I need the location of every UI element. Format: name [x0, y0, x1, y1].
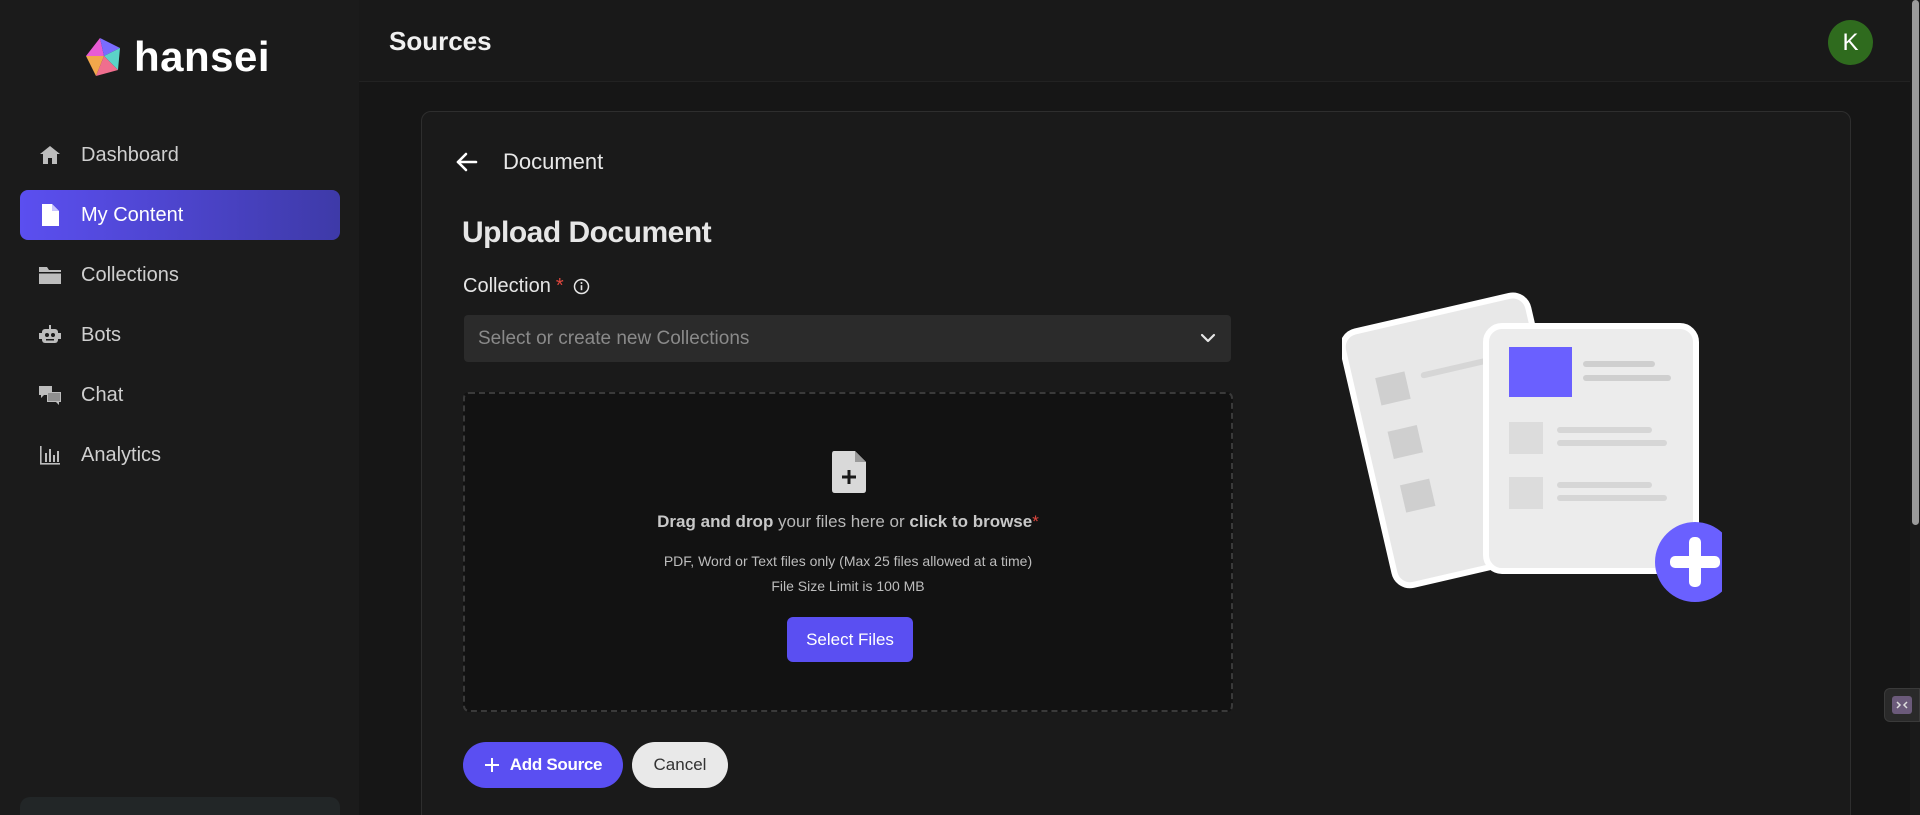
back-button[interactable] [452, 147, 482, 177]
hansei-logo-icon [86, 38, 120, 76]
sidebar-item-my-content[interactable]: My Content [20, 190, 340, 240]
folder-icon [38, 263, 62, 287]
top-header: Sources K [359, 0, 1920, 82]
upload-card: Document Upload Document Collection * Se… [421, 111, 1851, 815]
file-add-icon [831, 450, 867, 499]
bar-chart-icon [38, 443, 62, 467]
back-row: Document [452, 142, 603, 182]
sidebar-footer-card [20, 797, 340, 815]
file-size-note: File Size Limit is 100 MB [771, 578, 925, 594]
dropzone-instructions: Drag and drop your files here or click t… [465, 512, 1231, 532]
home-icon [38, 143, 62, 167]
collection-label-text: Collection [463, 275, 551, 297]
sidebar-nav: Dashboard My Content Collections Bots Ch… [20, 130, 340, 490]
file-types-note: PDF, Word or Text files only (Max 25 fil… [663, 553, 1033, 569]
file-dropzone[interactable]: Drag and drop your files here or click t… [463, 392, 1233, 712]
sidebar-item-label: Bots [81, 323, 122, 346]
sidebar-item-label: Dashboard [81, 143, 179, 166]
chevron-down-icon [1199, 329, 1217, 353]
collection-label: Collection * [463, 275, 590, 298]
cancel-button[interactable]: Cancel [632, 742, 728, 788]
page-title: Sources [389, 26, 492, 56]
code-icon [1892, 696, 1912, 714]
upload-heading: Upload Document [462, 216, 712, 249]
drag-drop-text: Drag and drop [657, 512, 774, 531]
collection-select-placeholder: Select or create new Collections [478, 327, 750, 349]
arrow-left-icon [456, 152, 478, 172]
sidebar-item-label: Collections [81, 263, 179, 286]
sidebar: hansei Dashboard My Content Collections … [0, 0, 359, 815]
sidebar-item-label: Analytics [81, 443, 162, 466]
sidebar-item-collections[interactable]: Collections [20, 250, 340, 300]
sidebar-item-chat[interactable]: Chat [20, 370, 340, 420]
collection-select[interactable]: Select or create new Collections [464, 315, 1231, 362]
drag-mid-text: your files here or [773, 512, 910, 531]
browse-link[interactable]: click to browse [909, 512, 1032, 531]
section-title: Document [503, 149, 604, 174]
robot-icon [38, 323, 62, 347]
document-upload-illustration [1339, 272, 1735, 617]
sidebar-item-dashboard[interactable]: Dashboard [20, 130, 340, 180]
plus-icon [484, 758, 499, 772]
add-source-label: Add Source [509, 755, 603, 774]
sidebar-item-bots[interactable]: Bots [20, 310, 340, 360]
chat-icon [38, 383, 62, 407]
brand-logo[interactable]: hansei [80, 32, 270, 82]
required-mark: * [555, 275, 564, 297]
brand-name: hansei [134, 33, 271, 80]
document-icon [38, 203, 62, 227]
select-files-button[interactable]: Select Files [787, 617, 913, 662]
floating-widget-button[interactable] [1884, 688, 1920, 722]
scrollbar-thumb[interactable] [1912, 0, 1919, 525]
sidebar-item-label: My Content [81, 203, 184, 226]
info-icon[interactable] [573, 278, 590, 295]
add-source-button[interactable]: Add Source [463, 742, 623, 788]
sidebar-item-label: Chat [81, 383, 124, 406]
required-mark: * [1032, 512, 1039, 531]
user-avatar[interactable]: K [1828, 20, 1873, 65]
sidebar-item-analytics[interactable]: Analytics [20, 430, 340, 480]
